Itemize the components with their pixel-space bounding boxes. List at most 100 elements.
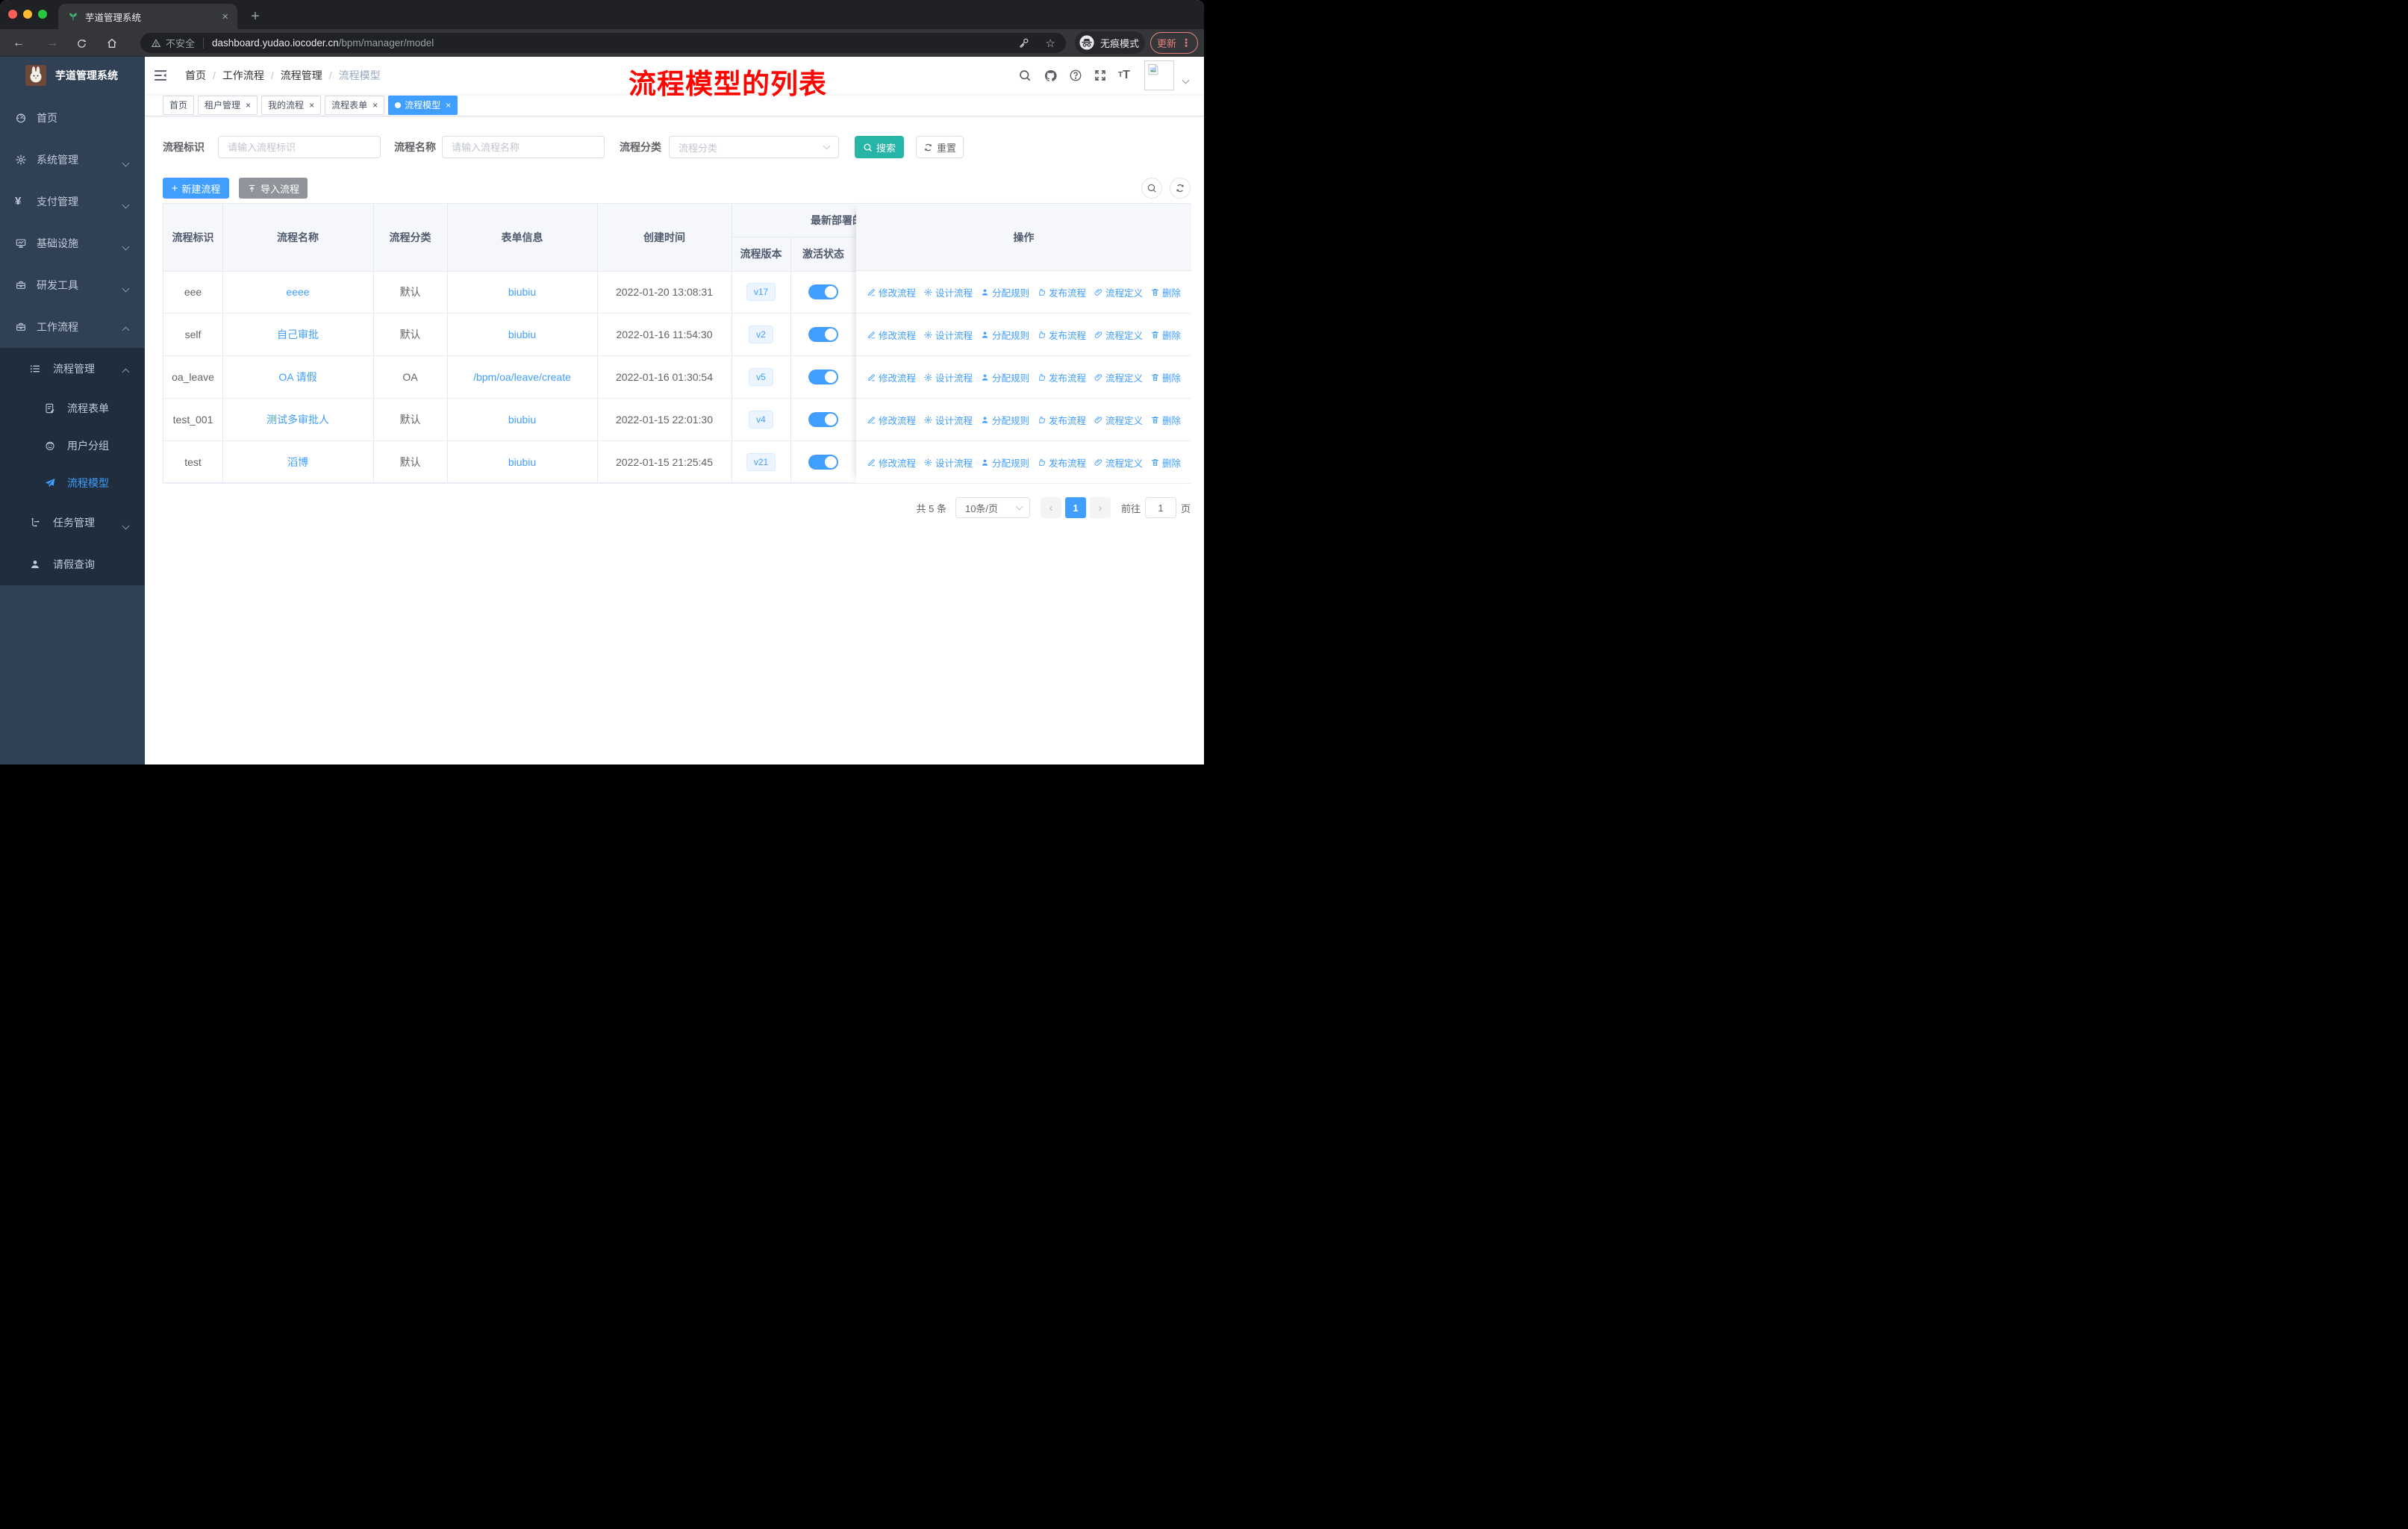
action-发布流程[interactable]: 发布流程 <box>1037 413 1086 427</box>
action-删除[interactable]: 删除 <box>1150 285 1181 299</box>
back-icon[interactable]: ← <box>9 34 28 53</box>
traffic-light-close[interactable] <box>8 10 17 19</box>
help-question-icon[interactable] <box>1067 66 1085 84</box>
action-发布流程[interactable]: 发布流程 <box>1037 285 1086 299</box>
form-link[interactable]: biubiu <box>508 456 536 468</box>
tag-租户管理[interactable]: 租户管理 × <box>198 95 258 115</box>
prev-page-button[interactable]: ‹ <box>1040 497 1061 518</box>
name-link[interactable]: OA 请假 <box>278 370 316 384</box>
action-设计流程[interactable]: 设计流程 <box>923 328 973 342</box>
sidebar-item-首页[interactable]: 首页 <box>0 97 145 139</box>
action-删除[interactable]: 删除 <box>1150 455 1181 470</box>
create-process-button[interactable]: + 新建流程 <box>163 178 229 199</box>
action-发布流程[interactable]: 发布流程 <box>1037 455 1086 470</box>
action-删除[interactable]: 删除 <box>1150 370 1181 384</box>
tag-close-icon[interactable]: × <box>372 100 378 110</box>
traffic-light-minimize[interactable] <box>23 10 32 19</box>
action-分配规则[interactable]: 分配规则 <box>980 370 1029 384</box>
avatar[interactable] <box>1144 60 1174 90</box>
tag-close-icon[interactable]: × <box>446 100 451 110</box>
tag-首页[interactable]: 首页 <box>163 95 195 115</box>
name-link[interactable]: 滔博 <box>287 455 308 470</box>
action-分配规则[interactable]: 分配规则 <box>980 413 1029 427</box>
filter-name-input[interactable] <box>442 136 605 158</box>
password-key-icon[interactable] <box>1018 37 1029 49</box>
filter-key-input[interactable] <box>218 136 381 158</box>
sidebar-item-流程模型[interactable]: 流程模型 <box>0 464 145 502</box>
sidebar-item-支付管理[interactable]: ¥ 支付管理 <box>0 181 145 222</box>
table-refresh-button[interactable] <box>1170 178 1191 199</box>
action-分配规则[interactable]: 分配规则 <box>980 455 1029 470</box>
action-流程定义[interactable]: 流程定义 <box>1094 328 1143 342</box>
sidebar-item-任务管理[interactable]: 任务管理 <box>0 502 145 544</box>
tag-close-icon[interactable]: × <box>246 100 251 110</box>
form-link[interactable]: biubiu <box>508 286 536 298</box>
app-logo-row[interactable]: 芋道管理系统 <box>0 57 145 94</box>
action-修改流程[interactable]: 修改流程 <box>867 285 916 299</box>
goto-page-input[interactable] <box>1144 497 1176 518</box>
name-link[interactable]: eeee <box>286 286 309 298</box>
action-流程定义[interactable]: 流程定义 <box>1094 455 1143 470</box>
reload-icon[interactable] <box>72 34 91 53</box>
breadcrumb-item[interactable]: 流程管理 <box>281 68 322 83</box>
action-修改流程[interactable]: 修改流程 <box>867 370 916 384</box>
action-设计流程[interactable]: 设计流程 <box>923 285 973 299</box>
active-toggle[interactable] <box>808 327 838 342</box>
table-search-toggle-button[interactable] <box>1141 178 1162 199</box>
reset-button[interactable]: 重置 <box>916 136 964 158</box>
tag-close-icon[interactable]: × <box>309 100 314 110</box>
action-设计流程[interactable]: 设计流程 <box>923 455 973 470</box>
filter-category-select[interactable]: 流程分类 <box>669 136 839 158</box>
tag-流程模型[interactable]: 流程模型 × <box>388 95 458 115</box>
sidebar-item-用户分组[interactable]: 用户分组 <box>0 427 145 464</box>
sidebar-item-请假查询[interactable]: 请假查询 <box>0 544 145 585</box>
import-process-button[interactable]: 导入流程 <box>239 178 308 199</box>
sidebar-item-流程管理[interactable]: 流程管理 <box>0 348 145 390</box>
tag-我的流程[interactable]: 我的流程 × <box>261 95 322 115</box>
form-link[interactable]: /bpm/oa/leave/create <box>473 371 571 383</box>
browser-update-menu[interactable]: 更新 ⋮ <box>1150 32 1198 54</box>
home-icon[interactable] <box>102 34 122 53</box>
active-toggle[interactable] <box>808 284 838 299</box>
active-toggle[interactable] <box>808 370 838 384</box>
forward-icon[interactable]: → <box>43 34 62 53</box>
action-发布流程[interactable]: 发布流程 <box>1037 328 1086 342</box>
breadcrumb-item[interactable]: 首页 <box>185 68 206 83</box>
action-设计流程[interactable]: 设计流程 <box>923 413 973 427</box>
bookmark-star-icon[interactable]: ☆ <box>1046 37 1055 50</box>
new-tab-button[interactable]: + <box>245 6 266 27</box>
sidebar-item-流程表单[interactable]: 流程表单 <box>0 390 145 427</box>
search-button[interactable]: 搜索 <box>855 136 904 158</box>
action-修改流程[interactable]: 修改流程 <box>867 328 916 342</box>
name-link[interactable]: 测试多审批人 <box>266 412 329 427</box>
active-toggle[interactable] <box>808 455 838 470</box>
next-page-button[interactable]: › <box>1089 497 1111 518</box>
sidebar-item-研发工具[interactable]: 研发工具 <box>0 264 145 306</box>
action-流程定义[interactable]: 流程定义 <box>1094 285 1143 299</box>
avatar-caret-icon[interactable] <box>1182 73 1190 87</box>
action-流程定义[interactable]: 流程定义 <box>1094 370 1143 384</box>
github-icon[interactable] <box>1041 66 1059 84</box>
breadcrumb-item[interactable]: 工作流程 <box>222 68 264 83</box>
sidebar-item-系统管理[interactable]: 系统管理 <box>0 139 145 181</box>
action-设计流程[interactable]: 设计流程 <box>923 370 973 384</box>
action-删除[interactable]: 删除 <box>1150 413 1181 427</box>
header-search-icon[interactable] <box>1016 66 1034 84</box>
action-分配规则[interactable]: 分配规则 <box>980 328 1029 342</box>
fullscreen-icon[interactable] <box>1091 66 1109 84</box>
action-删除[interactable]: 删除 <box>1150 328 1181 342</box>
action-发布流程[interactable]: 发布流程 <box>1037 370 1086 384</box>
page-size-select[interactable]: 10条/页 <box>955 497 1030 518</box>
action-分配规则[interactable]: 分配规则 <box>980 285 1029 299</box>
action-修改流程[interactable]: 修改流程 <box>867 413 916 427</box>
form-link[interactable]: biubiu <box>508 328 536 340</box>
name-link[interactable]: 自己审批 <box>277 327 319 342</box>
action-流程定义[interactable]: 流程定义 <box>1094 413 1143 427</box>
font-size-icon[interactable]: TT <box>1115 66 1133 84</box>
active-toggle[interactable] <box>808 412 838 427</box>
sidebar-item-工作流程[interactable]: 工作流程 <box>0 306 145 348</box>
hamburger-icon[interactable] <box>153 68 168 83</box>
traffic-light-maximize[interactable] <box>38 10 47 19</box>
address-bar[interactable]: 不安全 dashboard.yudao.iocoder.cn/bpm/manag… <box>140 33 1066 53</box>
tab-close-icon[interactable]: × <box>222 10 228 23</box>
